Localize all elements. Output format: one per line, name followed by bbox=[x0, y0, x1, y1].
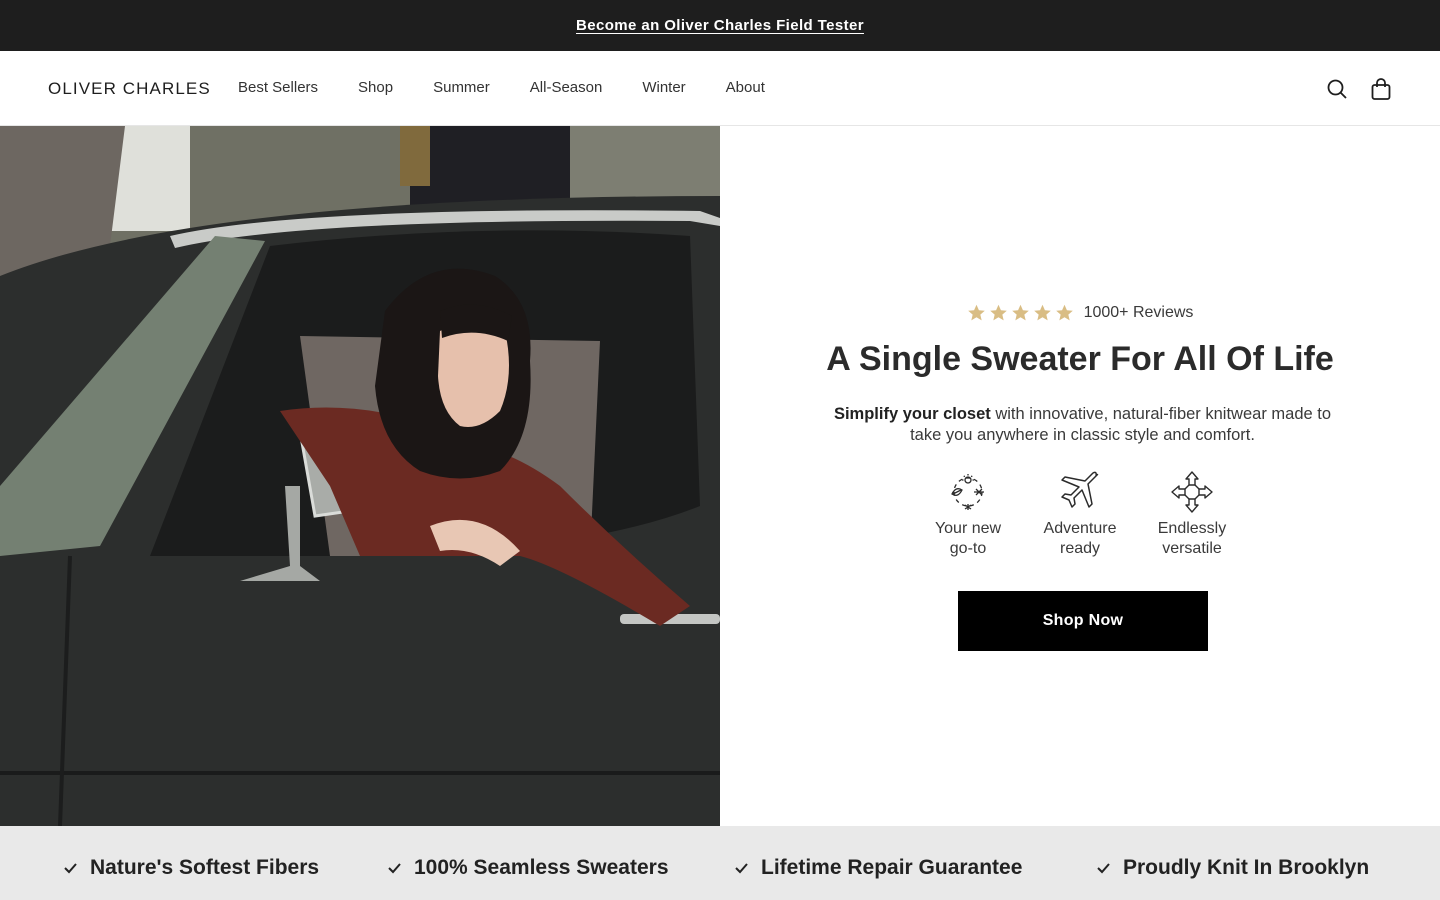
star-rating bbox=[967, 304, 1074, 322]
review-rating[interactable]: 1000+ Reviews bbox=[720, 304, 1440, 322]
bag-icon[interactable] bbox=[1370, 77, 1392, 101]
hero-content: 1000+ Reviews A Single Sweater For All O… bbox=[720, 126, 1440, 826]
site-header: OLIVER CHARLES Best Sellers Shop Summer … bbox=[0, 51, 1440, 126]
logo[interactable]: OLIVER CHARLES bbox=[48, 79, 211, 99]
feature-label: Adventure ready bbox=[1043, 520, 1117, 557]
checkmark-icon bbox=[64, 863, 77, 874]
star-icon bbox=[989, 304, 1007, 321]
shop-now-button[interactable]: Shop Now bbox=[958, 591, 1208, 651]
feature-item: Endlessly versatile bbox=[1146, 470, 1238, 559]
nav-best-sellers[interactable]: Best Sellers bbox=[238, 79, 318, 96]
feature-label: Endlessly versatile bbox=[1157, 520, 1227, 557]
review-count: 1000+ Reviews bbox=[1083, 304, 1194, 321]
seasons-icon bbox=[951, 474, 984, 510]
main-nav: Best Sellers Shop Summer All-Season Wint… bbox=[238, 79, 805, 96]
star-icon bbox=[1055, 304, 1073, 321]
hero-headline: A Single Sweater For All Of Life bbox=[826, 340, 1334, 378]
airplane-icon bbox=[1061, 471, 1099, 508]
feature-list: Your new go-to Adventure ready Endlessly ve… bbox=[720, 470, 1440, 559]
feature-item: Adventure ready bbox=[1034, 470, 1126, 559]
usp-item: Nature's Softest Fibers bbox=[63, 856, 319, 880]
nav-all-season[interactable]: All-Season bbox=[530, 79, 603, 96]
usp-item: 100% Seamless Sweaters bbox=[387, 856, 669, 880]
checkmark-icon bbox=[388, 863, 401, 874]
arrows-out-icon bbox=[1171, 471, 1213, 513]
feature-item: Your new go-to bbox=[922, 470, 1014, 559]
search-icon[interactable] bbox=[1326, 77, 1348, 101]
checkmark-icon bbox=[1097, 863, 1110, 874]
nav-winter[interactable]: Winter bbox=[642, 79, 685, 96]
usp-item: Proudly Knit In Brooklyn bbox=[1096, 856, 1369, 880]
usp-item: Lifetime Repair Guarantee bbox=[734, 856, 1022, 880]
hero-subcopy: Simplify your closet with innovative, na… bbox=[830, 404, 1335, 446]
usp-bar: Nature's Softest Fibers 100% Seamless Sw… bbox=[0, 826, 1440, 900]
field-tester-link[interactable]: Become an Oliver Charles Field Tester bbox=[576, 17, 864, 34]
announcement-bar: Become an Oliver Charles Field Tester bbox=[0, 0, 1440, 51]
hero-image bbox=[0, 126, 720, 826]
nav-summer[interactable]: Summer bbox=[433, 79, 490, 96]
subcopy-emphasis: Simplify your closet bbox=[833, 405, 991, 423]
nav-about[interactable]: About bbox=[726, 79, 765, 96]
star-icon bbox=[967, 304, 985, 321]
header-actions bbox=[1326, 77, 1392, 101]
checkmark-icon bbox=[735, 863, 748, 874]
star-icon bbox=[1033, 304, 1051, 321]
star-icon bbox=[1011, 304, 1029, 321]
nav-shop[interactable]: Shop bbox=[358, 79, 393, 96]
feature-label: Your new go-to bbox=[934, 520, 1002, 557]
